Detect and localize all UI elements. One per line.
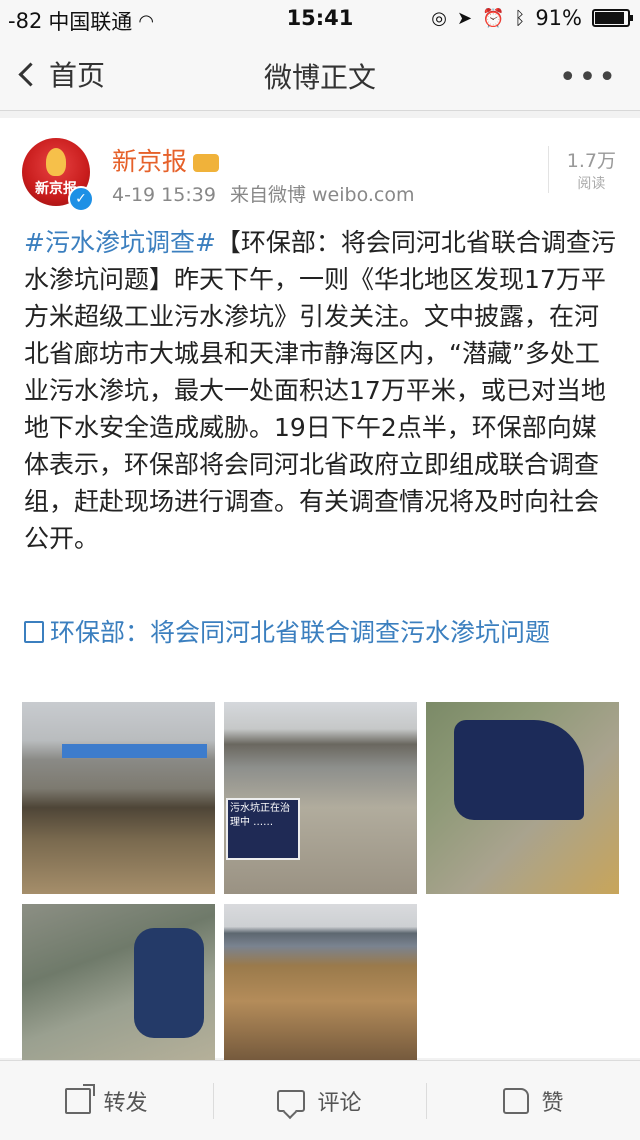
bluetooth-icon: ᛒ xyxy=(514,7,526,29)
crown-icon xyxy=(193,154,220,172)
logo-flame xyxy=(46,148,66,176)
article-link[interactable]: 环保部：将会同河北省联合调查污水渗坑问题 xyxy=(24,614,619,651)
more-options-button[interactable]: ••• xyxy=(559,60,618,95)
link-icon xyxy=(24,621,44,643)
location-icon: ➤ xyxy=(456,7,473,29)
pond-water xyxy=(454,720,584,820)
nav-bar: 首页 微博正文 ••• xyxy=(0,38,640,111)
battery-percent: 91% xyxy=(535,6,582,30)
repost-label: 转发 xyxy=(103,1090,148,1116)
post-body: 【环保部：将会同河北省联合调查污水渗坑问题】昨天下午，一则《华北地区发现17万平… xyxy=(24,228,616,553)
photo-1[interactable] xyxy=(22,702,215,894)
battery-icon xyxy=(592,9,633,27)
post-time: 4-19 15:39 xyxy=(112,184,216,206)
comment-icon xyxy=(277,1089,306,1112)
action-bar: 转发 评论 赞 xyxy=(0,1060,640,1140)
pond-water xyxy=(134,928,204,1038)
like-label: 赞 xyxy=(541,1090,564,1116)
like-button[interactable]: 赞 xyxy=(427,1061,640,1140)
username-text: 新京报 xyxy=(112,147,188,176)
read-count-label: 阅读 xyxy=(577,176,606,192)
verified-badge-icon: ✓ xyxy=(68,186,94,212)
status-bar: -82 中国联通 ◠ 15:41 ◎ ➤ ⏰ ᛒ 91% xyxy=(0,0,640,38)
status-right: ◎ ➤ ⏰ ᛒ 91% xyxy=(431,6,633,30)
warning-sign: 污水坑正在治理中 …… xyxy=(226,798,300,860)
factory-roof xyxy=(62,744,207,758)
photo-4[interactable] xyxy=(22,904,215,1066)
alarm-icon: ⏰ xyxy=(482,7,505,29)
repost-button[interactable]: 转发 xyxy=(0,1061,213,1140)
thumbs-up-icon xyxy=(503,1087,530,1114)
comment-button[interactable]: 评论 xyxy=(213,1061,426,1140)
lock-rotation-icon: ◎ xyxy=(431,7,447,29)
read-count: 1.7万 阅读 xyxy=(547,146,616,193)
post-meta: 4-19 15:39 来自微博 weibo.com xyxy=(112,180,415,207)
photo-2[interactable]: 污水坑正在治理中 …… xyxy=(224,702,417,894)
article-link-text: 环保部：将会同河北省联合调查污水渗坑问题 xyxy=(50,618,551,647)
sign-text: 污水坑正在治理中 …… xyxy=(230,803,290,828)
photo-3[interactable] xyxy=(426,702,619,894)
hashtag-link[interactable]: #污水渗坑调查# xyxy=(24,228,216,257)
post-source: 来自微博 weibo.com xyxy=(229,184,415,206)
read-count-value: 1.7万 xyxy=(566,150,616,172)
weibo-post-card: 新京报 ✓ 新京报 4-19 15:39 来自微博 weibo.com 1.7万… xyxy=(0,118,640,1066)
post-text: #污水渗坑调查#【环保部：将会同河北省联合调查污水渗坑问题】昨天下午，一则《华北… xyxy=(24,224,619,557)
username[interactable]: 新京报 xyxy=(112,142,220,178)
comment-label: 评论 xyxy=(317,1090,362,1116)
page-title: 微博正文 xyxy=(263,61,376,94)
photo-5[interactable] xyxy=(224,904,417,1066)
repost-icon xyxy=(65,1083,96,1114)
